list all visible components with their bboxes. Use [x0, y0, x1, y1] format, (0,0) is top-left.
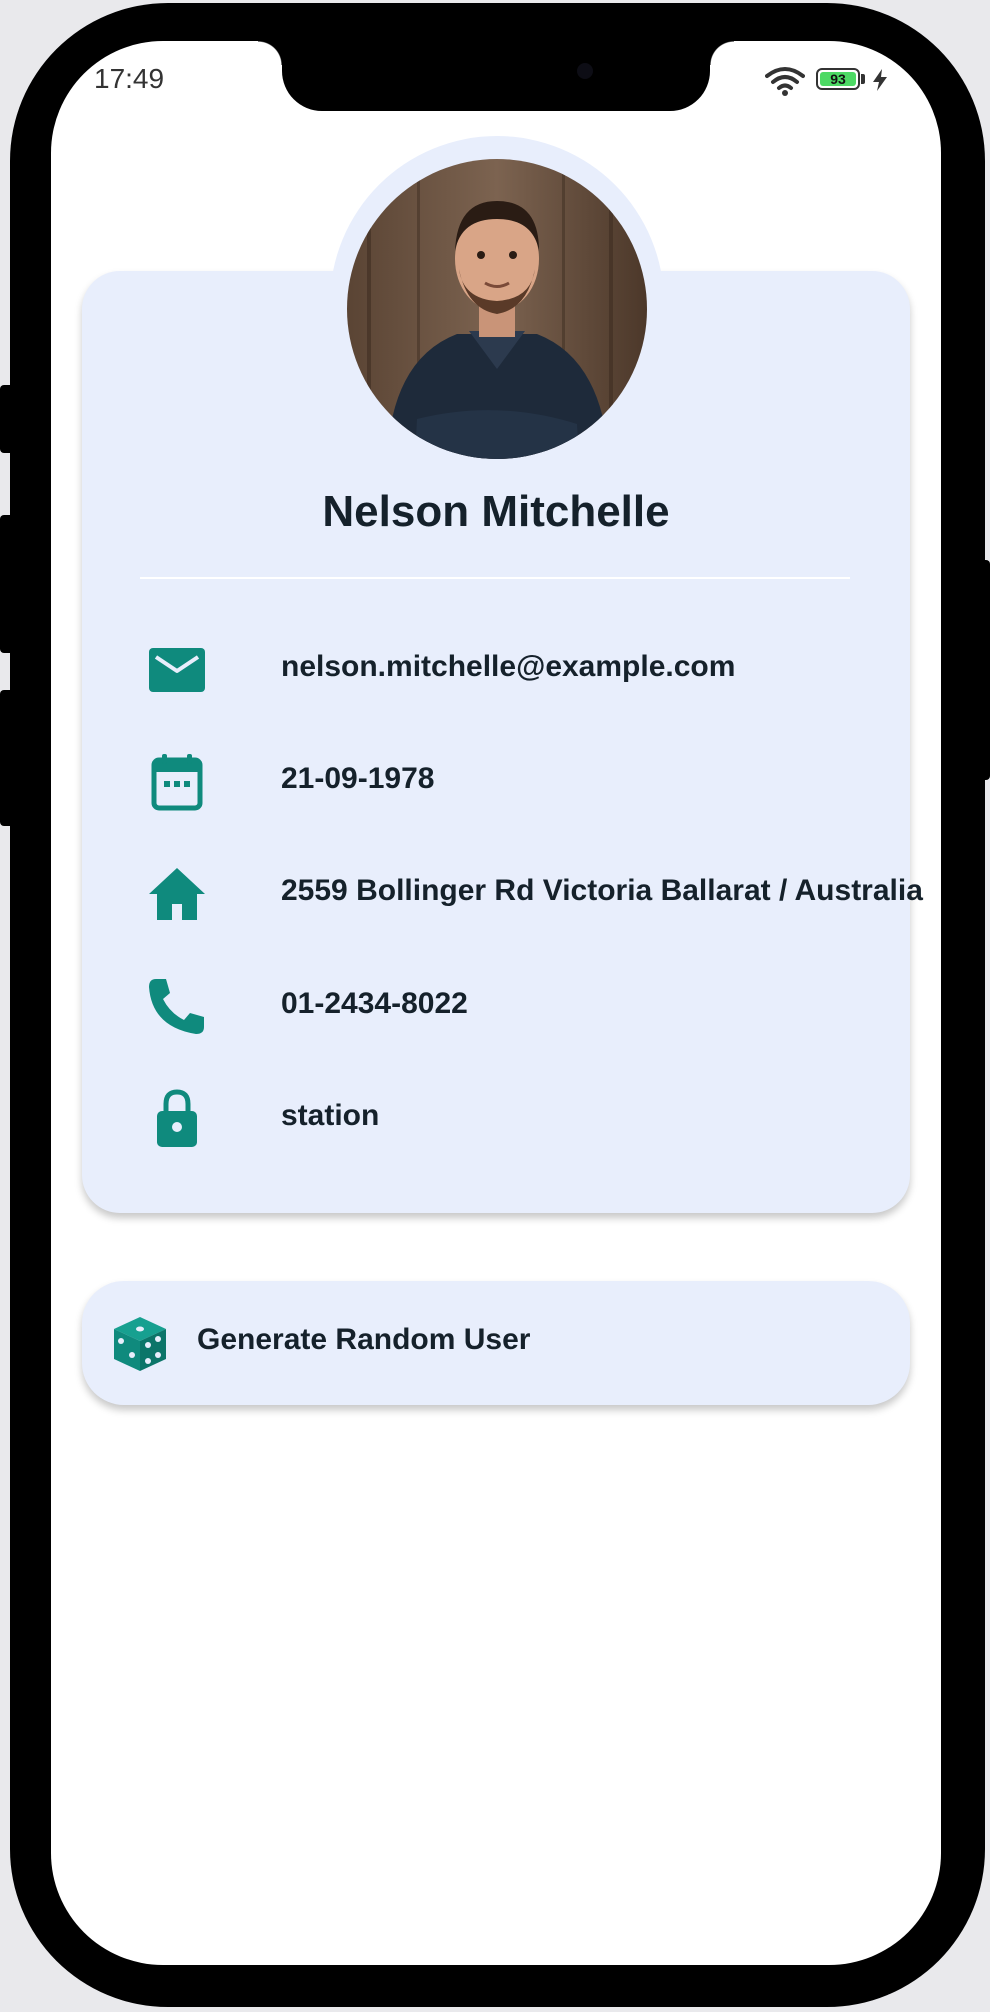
phone-row: 01-2434-8022: [146, 977, 936, 1037]
avatar: [347, 159, 647, 459]
status-icons: 93: [765, 63, 905, 97]
status-time: 17:49: [94, 63, 165, 94]
volume-down-button: [0, 690, 14, 826]
battery-cap: [861, 74, 865, 84]
power-button: [976, 560, 990, 780]
dice-icon: [114, 1317, 166, 1371]
camera: [577, 63, 593, 79]
volume-up-button: [0, 515, 14, 653]
lock-icon: [157, 1089, 197, 1147]
home-icon: [149, 868, 205, 920]
generate-button-label: Generate Random User: [197, 1323, 531, 1356]
phone-value: 01-2434-8022: [281, 987, 468, 1020]
address-value: 2559 Bollinger Rd Victoria Ballarat / Au…: [281, 874, 923, 907]
phone-icon: [149, 979, 204, 1034]
email-row: nelson.mitchelle@example.com: [146, 640, 936, 700]
notch: [258, 41, 734, 111]
wifi-icon: [765, 67, 805, 96]
mail-icon: [149, 648, 205, 692]
password-row: station: [146, 1089, 936, 1149]
birthdate-value: 21-09-1978: [281, 762, 435, 795]
battery-icon: 93: [816, 68, 860, 90]
avatar-photo: [347, 159, 647, 459]
password-value: station: [281, 1099, 380, 1132]
divider: [140, 577, 850, 579]
charging-bolt-icon: [873, 69, 887, 91]
screen: 17:49 93 Nelson Mitchelle nelson.mitchel…: [51, 41, 941, 1965]
user-name: Nelson Mitchelle: [322, 487, 670, 536]
mute-switch: [0, 385, 14, 453]
calendar-icon: [151, 754, 203, 811]
battery-level: 93: [820, 72, 856, 86]
birthdate-row: 21-09-1978: [146, 752, 936, 812]
email-value: nelson.mitchelle@example.com: [281, 650, 736, 683]
address-row: 2559 Bollinger Rd Victoria Ballarat / Au…: [146, 864, 936, 924]
generate-random-user-button[interactable]: Generate Random User: [82, 1281, 910, 1405]
